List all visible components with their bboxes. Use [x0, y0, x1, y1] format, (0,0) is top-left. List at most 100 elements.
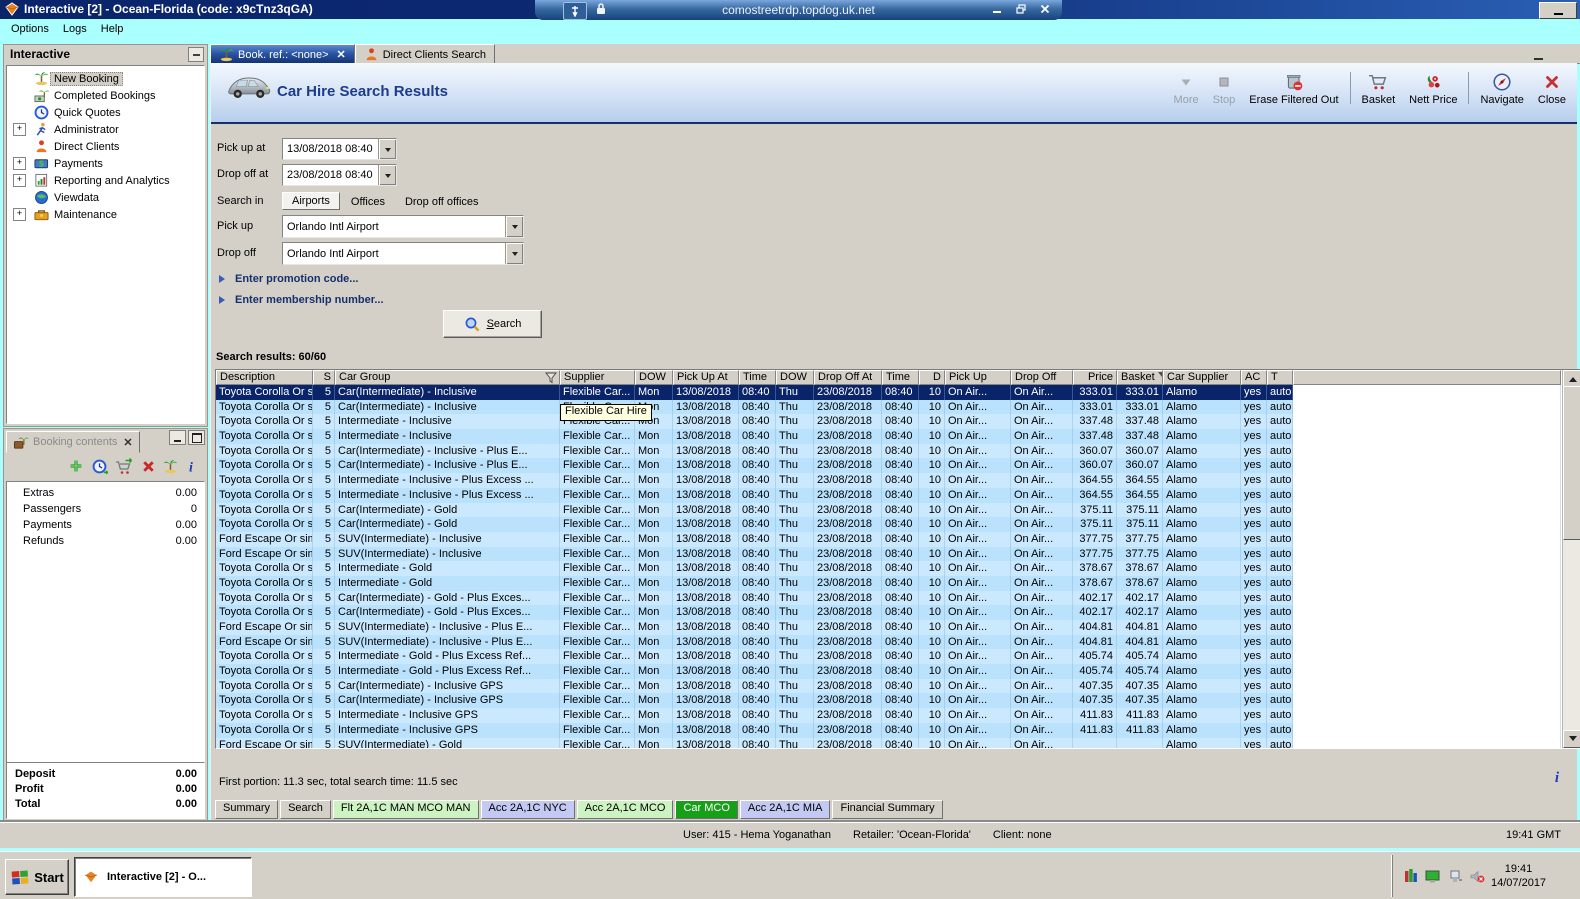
rdp-minimize-icon[interactable]: [990, 2, 1004, 16]
rdp-restore-icon[interactable]: [1014, 2, 1028, 16]
table-row[interactable]: Toyota Corolla Or si...5Car(Intermediate…: [216, 678, 1561, 694]
expand-toggle[interactable]: +: [13, 123, 26, 136]
chevron-down-icon[interactable]: [378, 139, 396, 159]
rdp-close-icon[interactable]: [1038, 2, 1052, 16]
column-header-car-group[interactable]: Car Group: [335, 370, 560, 385]
tab-direct-clients-search[interactable]: Direct Clients Search: [354, 44, 496, 65]
column-header-dow-2[interactable]: DOW: [776, 370, 814, 385]
table-row[interactable]: Toyota Corolla Or si...5Intermediate - G…: [216, 664, 1561, 679]
column-header-supplier[interactable]: Supplier: [560, 370, 635, 385]
table-row[interactable]: Toyota Corolla Or si...5Car(Intermediate…: [216, 693, 1561, 709]
sidebar-item-payments[interactable]: + $ Payments: [7, 155, 204, 172]
panel-minimize-button[interactable]: [169, 430, 186, 445]
booking-contents-tab[interactable]: Booking contents ✕: [6, 431, 140, 453]
section-tab-acc-2a-1c-mia[interactable]: Acc 2A,1C MIA: [739, 800, 831, 819]
expand-toggle[interactable]: +: [13, 174, 26, 187]
taskbar-app-button[interactable]: Interactive [2] - O...: [74, 857, 252, 897]
section-tab-flt-2a-1c-man-mco-man[interactable]: Flt 2A,1C MAN MCO MAN: [332, 800, 479, 819]
sidebar-item-direct-clients[interactable]: Direct Clients: [7, 138, 204, 155]
column-header-dow[interactable]: DOW: [635, 370, 673, 385]
search-in-tab-airports[interactable]: Airports: [282, 192, 340, 210]
scrollbar-thumb[interactable]: [1563, 386, 1580, 540]
column-header-drop-off-at[interactable]: Drop Off At: [814, 370, 882, 385]
promotion-code-expander[interactable]: Enter promotion code...: [219, 273, 358, 285]
table-row[interactable]: Ford Escape Or simila...5SUV(Intermediat…: [216, 737, 1561, 748]
network-icon[interactable]: [1448, 868, 1463, 884]
expand-toggle[interactable]: +: [13, 208, 26, 221]
add-icon[interactable]: [68, 458, 84, 474]
sidebar-item-completed-bookings[interactable]: Completed Bookings: [7, 87, 204, 104]
column-header-drop-off[interactable]: Drop Off: [1011, 370, 1073, 385]
table-row[interactable]: Toyota Corolla Or si...5Intermediate - I…: [216, 487, 1561, 503]
table-row[interactable]: Toyota Corolla Or si...5Intermediate - G…: [216, 575, 1561, 591]
table-row[interactable]: Toyota Corolla Or si...5Intermediate - G…: [216, 561, 1561, 576]
basket-button[interactable]: Basket: [1355, 69, 1403, 107]
table-row[interactable]: Toyota Corolla Or si...5Intermediate - I…: [216, 473, 1561, 488]
column-header-s[interactable]: S: [313, 370, 335, 385]
erase-filtered-out-button[interactable]: Erase Filtered Out: [1242, 69, 1345, 107]
close-icon[interactable]: ✕: [121, 436, 132, 449]
table-row[interactable]: Toyota Corolla Or si...5Car(Intermediate…: [216, 399, 1561, 415]
info-icon[interactable]: i: [185, 459, 197, 474]
table-row[interactable]: Toyota Corolla Or si...5Car(Intermediate…: [216, 590, 1561, 606]
chevron-down-icon[interactable]: [505, 216, 523, 237]
column-header-pick-up-at[interactable]: Pick Up At: [673, 370, 739, 385]
display-icon[interactable]: [1425, 868, 1442, 884]
section-tab-financial-summary[interactable]: Financial Summary: [832, 800, 943, 819]
menu-help[interactable]: Help: [96, 21, 133, 37]
pickup-at-combo[interactable]: 13/08/2018 08:40: [282, 138, 397, 160]
dropoff-at-combo[interactable]: 23/08/2018 08:40: [282, 164, 397, 186]
table-row[interactable]: Ford Escape Or simila...5SUV(Intermediat…: [216, 546, 1561, 562]
antivirus-icon[interactable]: [1403, 868, 1419, 884]
menu-options[interactable]: Options: [6, 21, 58, 37]
table-row[interactable]: Toyota Corolla Or si...5Intermediate - G…: [216, 649, 1561, 665]
table-row[interactable]: Toyota Corolla Or si...5Car(Intermediate…: [216, 605, 1561, 620]
cart-arrow-icon[interactable]: [115, 457, 134, 475]
column-header-ac[interactable]: AC: [1241, 370, 1267, 385]
info-icon[interactable]: i: [1549, 770, 1565, 786]
window-minimize-button[interactable]: [1539, 2, 1577, 19]
section-tab-car-mco[interactable]: Car MCO: [675, 800, 738, 819]
column-header-car-supplier[interactable]: Car Supplier: [1163, 370, 1241, 385]
filter-funnel-icon[interactable]: [545, 372, 557, 384]
sidebar-item-reporting-and-analytics[interactable]: + Reporting and Analytics: [7, 172, 204, 189]
column-header-description[interactable]: Description: [216, 370, 313, 385]
column-header-pick-up[interactable]: Pick Up: [945, 370, 1011, 385]
sidebar-item-quick-quotes[interactable]: Quick Quotes: [7, 104, 204, 121]
menu-logs[interactable]: Logs: [58, 21, 96, 37]
table-row[interactable]: Toyota Corolla Or si...5Intermediate - I…: [216, 708, 1561, 723]
palm-icon[interactable]: [163, 459, 178, 474]
table-row[interactable]: Toyota Corolla Or si...5Intermediate - I…: [216, 722, 1561, 738]
table-row[interactable]: Ford Escape Or simila...5SUV(Intermediat…: [216, 620, 1561, 635]
scroll-down-button[interactable]: [1563, 730, 1580, 748]
delete-icon[interactable]: [141, 459, 156, 474]
column-header-d[interactable]: D: [919, 370, 945, 385]
refresh-clock-icon[interactable]: [91, 458, 108, 475]
table-row[interactable]: Ford Escape Or simila...5SUV(Intermediat…: [216, 634, 1561, 650]
sidebar-item-maintenance[interactable]: + Maintenance: [7, 206, 204, 223]
search-in-tab-offices[interactable]: Offices: [342, 194, 394, 210]
column-header-basket[interactable]: Basket: [1117, 370, 1163, 385]
dropoff-combo[interactable]: Orlando Intl Airport: [282, 242, 524, 265]
section-tab-acc-2a-1c-nyc[interactable]: Acc 2A,1C NYC: [480, 800, 575, 819]
nett-price-button[interactable]: Nett Price: [1402, 69, 1464, 107]
sidebar-item-new-booking[interactable]: New Booking: [7, 70, 204, 87]
search-in-tab-drop-off-offices[interactable]: Drop off offices: [396, 194, 488, 210]
tabstrip-minimize-button[interactable]: [1534, 50, 1548, 60]
table-row[interactable]: Toyota Corolla Or si...5Car(Intermediate…: [216, 458, 1561, 474]
search-button[interactable]: Search: [443, 310, 542, 338]
column-header-time[interactable]: Time: [739, 370, 776, 385]
column-header-t[interactable]: T: [1267, 370, 1293, 385]
table-row[interactable]: Toyota Corolla Or si...5Car(Intermediate…: [216, 502, 1561, 518]
expand-toggle[interactable]: +: [13, 157, 26, 170]
panel-maximize-button[interactable]: [188, 430, 205, 445]
table-row[interactable]: Toyota Corolla Or si...5Car(Intermediate…: [216, 385, 1561, 400]
close-tab-icon[interactable]: ✕: [333, 48, 346, 61]
column-header-price[interactable]: Price: [1073, 370, 1117, 385]
navigate-button[interactable]: Navigate: [1473, 69, 1530, 107]
table-row[interactable]: Toyota Corolla Or si...5Intermediate - I…: [216, 429, 1561, 444]
table-row[interactable]: Toyota Corolla Or si...5Intermediate - I…: [216, 414, 1561, 430]
volume-muted-icon[interactable]: [1469, 868, 1485, 884]
close-button[interactable]: Close: [1531, 69, 1573, 107]
start-button[interactable]: Start: [5, 859, 69, 895]
